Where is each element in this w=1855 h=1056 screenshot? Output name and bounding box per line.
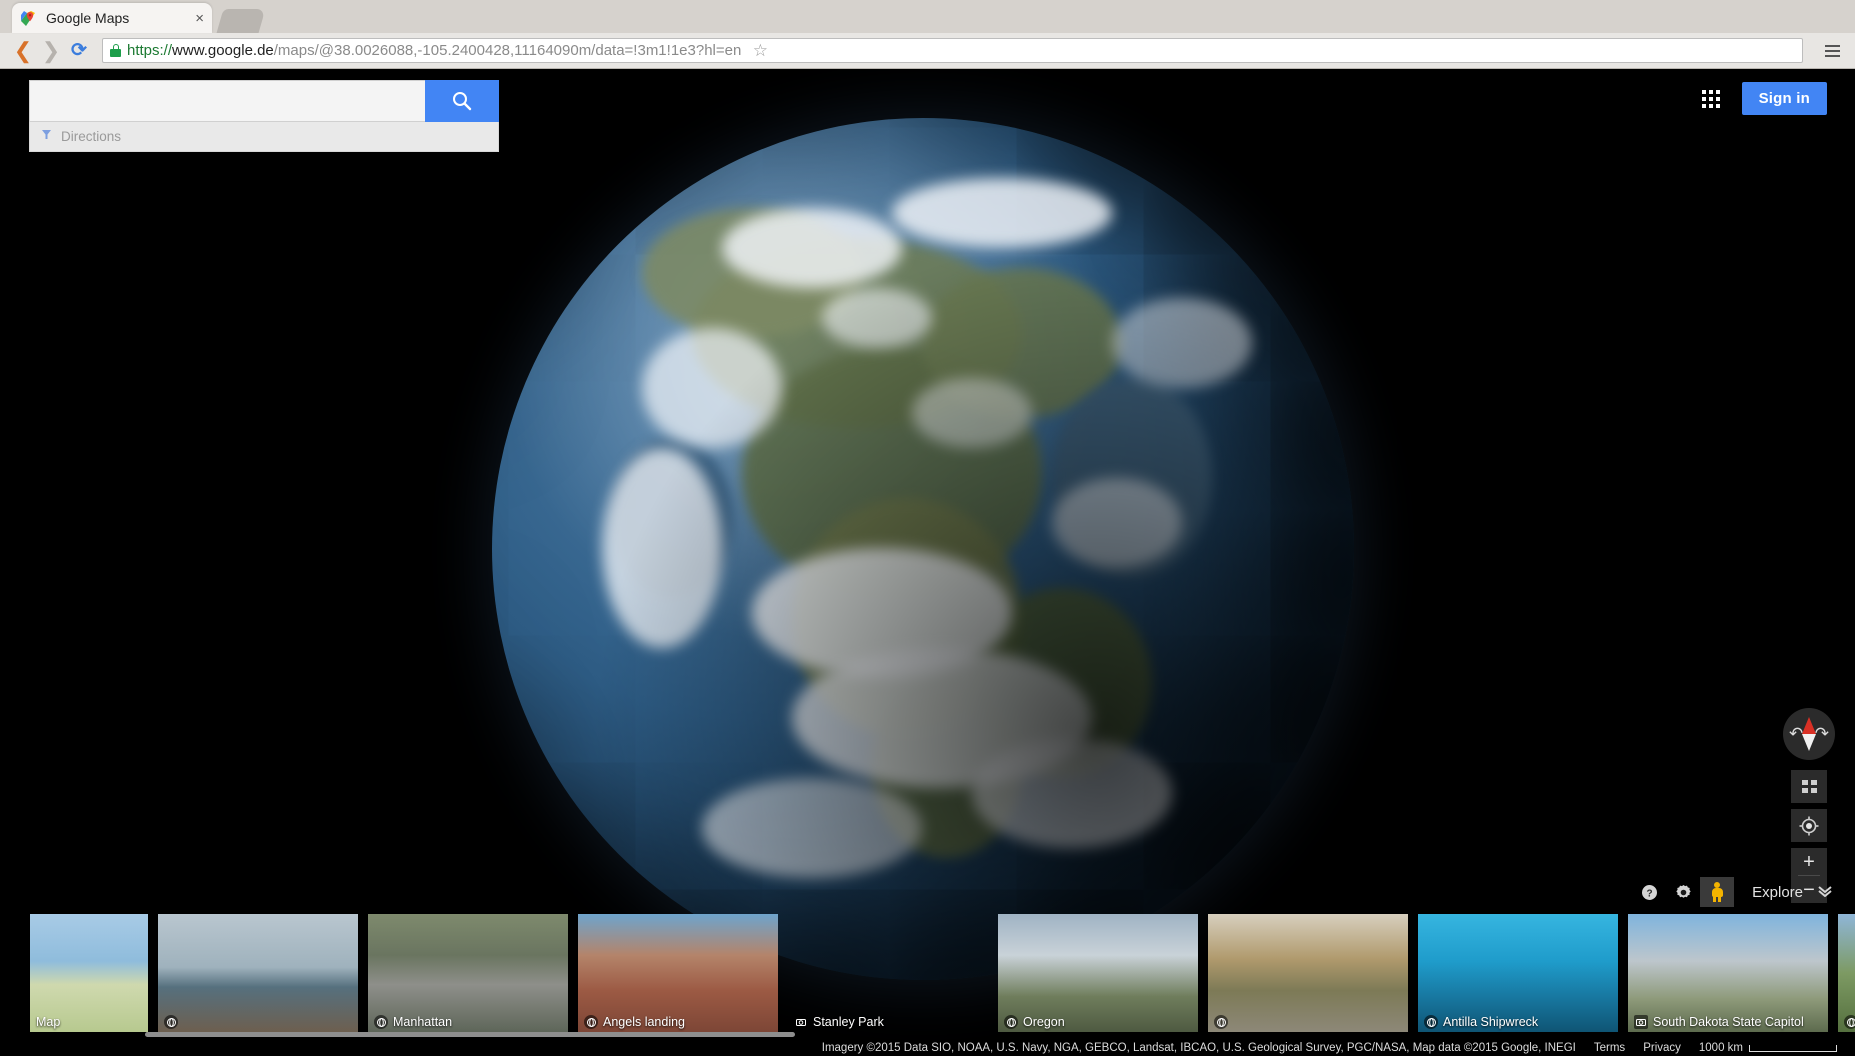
photo-icon	[1634, 1015, 1648, 1029]
scale-label: 1000 km	[1699, 1042, 1743, 1054]
gear-icon[interactable]	[1666, 877, 1700, 907]
scale-line	[1749, 1045, 1837, 1052]
search-button[interactable]	[425, 80, 499, 122]
thumbnail-caption: Map	[30, 1015, 66, 1029]
panorama-icon	[1844, 1015, 1855, 1029]
thumbnail-caption: Mexico	[1838, 1015, 1855, 1029]
explore-bar: ? Explore	[1632, 877, 1841, 907]
hamburger-menu-icon[interactable]	[1819, 38, 1845, 64]
carousel-thumbnail[interactable]: South Dakota State Capitol	[1628, 914, 1828, 1032]
reload-icon[interactable]: ⟳	[66, 38, 92, 64]
earth-globe[interactable]	[492, 118, 1354, 980]
thumbnail-caption: Angels landing	[578, 1015, 691, 1029]
scrollbar-thumb[interactable]	[145, 1032, 795, 1037]
close-icon[interactable]: ×	[187, 11, 204, 26]
zoom-in-button[interactable]: +	[1791, 848, 1827, 875]
thumbnail-caption: Oregon	[998, 1015, 1071, 1029]
forward-icon[interactable]: ❯	[38, 38, 64, 64]
carousel-thumbnail[interactable]: Angels landing	[578, 914, 778, 1032]
search-box[interactable]	[29, 80, 425, 122]
thumbnail-caption: South Dakota State Capitol	[1628, 1015, 1810, 1029]
pegman-icon[interactable]	[1700, 877, 1734, 907]
carousel-scrollbar[interactable]	[0, 1032, 1855, 1039]
carousel-thumbnail[interactable]: Mexico	[1838, 914, 1855, 1032]
photo-carousel[interactable]: Map Manhattan Angels landing Stanley Park Or…	[0, 914, 1855, 1032]
map-attribution: Imagery ©2015 Data SIO, NOAA, U.S. Navy,…	[822, 1042, 1837, 1054]
tab-title: Google Maps	[46, 10, 187, 26]
url-scheme: https://	[127, 42, 172, 59]
thumbnail-label: Manhattan	[393, 1015, 452, 1029]
browser-toolbar: ❮ ❯ ⟳ https://www.google.de/maps/@38.002…	[0, 33, 1855, 69]
thumbnail-label: Stanley Park	[813, 1015, 884, 1029]
my-location-icon[interactable]	[1791, 809, 1827, 842]
bookmark-star-icon[interactable]: ☆	[749, 40, 771, 62]
google-maps-favicon	[20, 10, 37, 27]
panorama-icon	[584, 1015, 598, 1029]
thumbnail-caption	[158, 1015, 184, 1029]
thumbnail-label: Map	[36, 1015, 60, 1029]
privacy-link[interactable]: Privacy	[1643, 1042, 1681, 1054]
back-icon[interactable]: ❮	[10, 38, 36, 64]
tab-strip: Google Maps ×	[0, 0, 1855, 33]
directions-label: Directions	[61, 129, 121, 144]
imagery-credit: Imagery ©2015 Data SIO, NOAA, U.S. Navy,…	[822, 1042, 1576, 1054]
carousel-thumbnail[interactable]	[158, 914, 358, 1032]
directions-icon	[40, 128, 53, 146]
top-right-controls: Sign in	[1702, 82, 1827, 115]
thumbnail-caption	[1208, 1015, 1234, 1029]
scale-bar: 1000 km	[1699, 1042, 1837, 1054]
search-input[interactable]	[40, 92, 415, 110]
carousel-thumbnail[interactable]: Stanley Park	[788, 914, 988, 1032]
thumbnail-caption: Manhattan	[368, 1015, 458, 1029]
carousel-thumbnail[interactable]	[1208, 914, 1408, 1032]
panorama-icon	[1004, 1015, 1018, 1029]
thumbnail-label: Oregon	[1023, 1015, 1065, 1029]
apps-grid-icon[interactable]	[1702, 90, 1720, 108]
compass-icon[interactable]: ↶ ↷	[1783, 708, 1835, 760]
carousel-thumbnail[interactable]: Antilla Shipwreck	[1418, 914, 1618, 1032]
panorama-icon	[1214, 1015, 1228, 1029]
photo-icon	[794, 1015, 808, 1029]
panorama-icon	[1424, 1015, 1438, 1029]
globe-surface	[492, 118, 1354, 980]
carousel-thumbnail[interactable]: Map	[30, 914, 148, 1032]
sign-in-button[interactable]: Sign in	[1742, 82, 1827, 115]
thumbnail-label: Angels landing	[603, 1015, 685, 1029]
url-path: /maps/@38.0026088,-105.2400428,11164090m…	[274, 42, 742, 59]
terms-link[interactable]: Terms	[1594, 1042, 1625, 1054]
search-icon	[451, 90, 473, 112]
url-text: https://www.google.de/maps/@38.0026088,-…	[127, 42, 741, 59]
thumbnail-caption: Stanley Park	[788, 1015, 890, 1029]
new-tab-button[interactable]	[217, 9, 266, 33]
panorama-icon	[164, 1015, 178, 1029]
thumbnail-label: Antilla Shipwreck	[1443, 1015, 1538, 1029]
url-host: www.google.de	[172, 42, 274, 59]
browser-tab[interactable]: Google Maps ×	[12, 3, 212, 33]
chevron-down-icon[interactable]	[1817, 884, 1841, 901]
svg-text:?: ?	[1646, 888, 1652, 899]
address-bar[interactable]: https://www.google.de/maps/@38.0026088,-…	[102, 38, 1803, 63]
thumbnail-caption: Antilla Shipwreck	[1418, 1015, 1544, 1029]
search-panel: Directions	[29, 80, 499, 152]
directions-row[interactable]: Directions	[29, 122, 499, 152]
panorama-icon	[374, 1015, 388, 1029]
help-icon[interactable]: ?	[1632, 877, 1666, 907]
lock-icon	[110, 44, 121, 57]
carousel-thumbnail[interactable]: Oregon	[998, 914, 1198, 1032]
search-row	[29, 80, 499, 122]
browser-window: Google Maps × ❮ ❯ ⟳ https://www.google.d…	[0, 0, 1855, 1056]
map-viewport[interactable]: Directions Sign in ↶ ↷	[0, 70, 1855, 1056]
thumbnail-label: South Dakota State Capitol	[1653, 1015, 1804, 1029]
carousel-thumbnail[interactable]: Manhattan	[368, 914, 568, 1032]
tilt-grid-icon[interactable]	[1791, 770, 1827, 803]
explore-label[interactable]: Explore	[1734, 884, 1817, 901]
rotate-right-icon[interactable]: ↷	[1815, 724, 1829, 744]
